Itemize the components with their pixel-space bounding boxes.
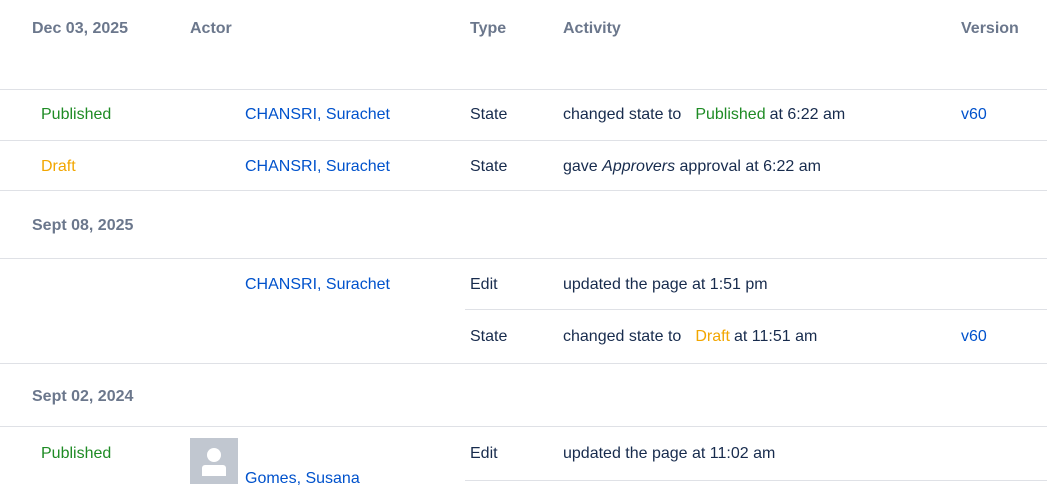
activity-text: changed state to Draft at 11:51 am	[563, 327, 817, 347]
actor-link[interactable]: CHANSRI, Surachet	[245, 105, 390, 125]
actor-link[interactable]: CHANSRI, Surachet	[245, 275, 390, 295]
state-tag: Draft	[695, 328, 730, 345]
version-link[interactable]: v60	[961, 105, 987, 125]
activity-text: updated the page at 11:02 am	[563, 445, 776, 462]
header-version: Version	[961, 20, 1019, 37]
approver-group-name: Approvers	[602, 158, 676, 175]
activity-suffix: approval at 6:22 am	[679, 158, 821, 175]
actor-link[interactable]: CHANSRI, Surachet	[245, 157, 390, 177]
activity-text: gave Approvers approval at 6:22 am	[563, 157, 821, 177]
avatar-shoulders-shape	[202, 465, 226, 476]
type-label: State	[470, 106, 508, 123]
activity-prefix: changed state to	[563, 106, 682, 123]
header-type: Type	[470, 20, 507, 37]
status-label: Published	[41, 106, 112, 123]
activity-suffix: at 6:22 am	[769, 106, 846, 123]
header-activity: Activity	[563, 20, 621, 37]
activity-prefix: changed state to	[563, 328, 682, 345]
table-row: CHANSRI, Surachet Edit updated the page …	[0, 259, 1047, 309]
table-row: Draft CHANSRI, Surachet State gave Appro…	[0, 141, 1047, 190]
header-date: Dec 03, 2025	[32, 20, 129, 37]
type-label: State	[470, 158, 508, 175]
type-label: Edit	[470, 445, 498, 462]
activity-suffix: at 11:51 am	[733, 328, 818, 345]
divider	[465, 480, 1047, 481]
date-group-header: Sept 02, 2024	[0, 364, 1047, 426]
state-tag: Published	[695, 106, 766, 123]
activity-text: updated the page at 1:51 pm	[563, 276, 768, 293]
header-actor: Actor	[190, 20, 232, 37]
table-row: State changed state to Draft at 11:51 am v…	[0, 310, 1047, 363]
version-link[interactable]: v60	[961, 327, 987, 347]
group-date: Sept 02, 2024	[32, 388, 134, 405]
status-label: Published	[41, 445, 112, 462]
default-user-avatar-icon[interactable]	[190, 438, 238, 484]
table-header: Dec 03, 2025 Actor Type Activity Version	[0, 0, 1047, 80]
actor-link[interactable]: Gomes, Susana	[245, 469, 362, 489]
status-label: Draft	[41, 158, 76, 175]
type-label: State	[470, 328, 508, 345]
group-date: Sept 08, 2025	[32, 217, 134, 234]
activity-text: changed state to Published at 6:22 am	[563, 105, 845, 125]
activity-prefix: gave	[563, 158, 598, 175]
date-group-header: Sept 08, 2025	[0, 191, 1047, 258]
table-row: Published Gomes, Susana Edit updated the…	[0, 427, 1047, 493]
table-row: Published CHANSRI, Surachet State change…	[0, 90, 1047, 140]
avatar-head-shape	[207, 448, 221, 462]
type-label: Edit	[470, 276, 498, 293]
